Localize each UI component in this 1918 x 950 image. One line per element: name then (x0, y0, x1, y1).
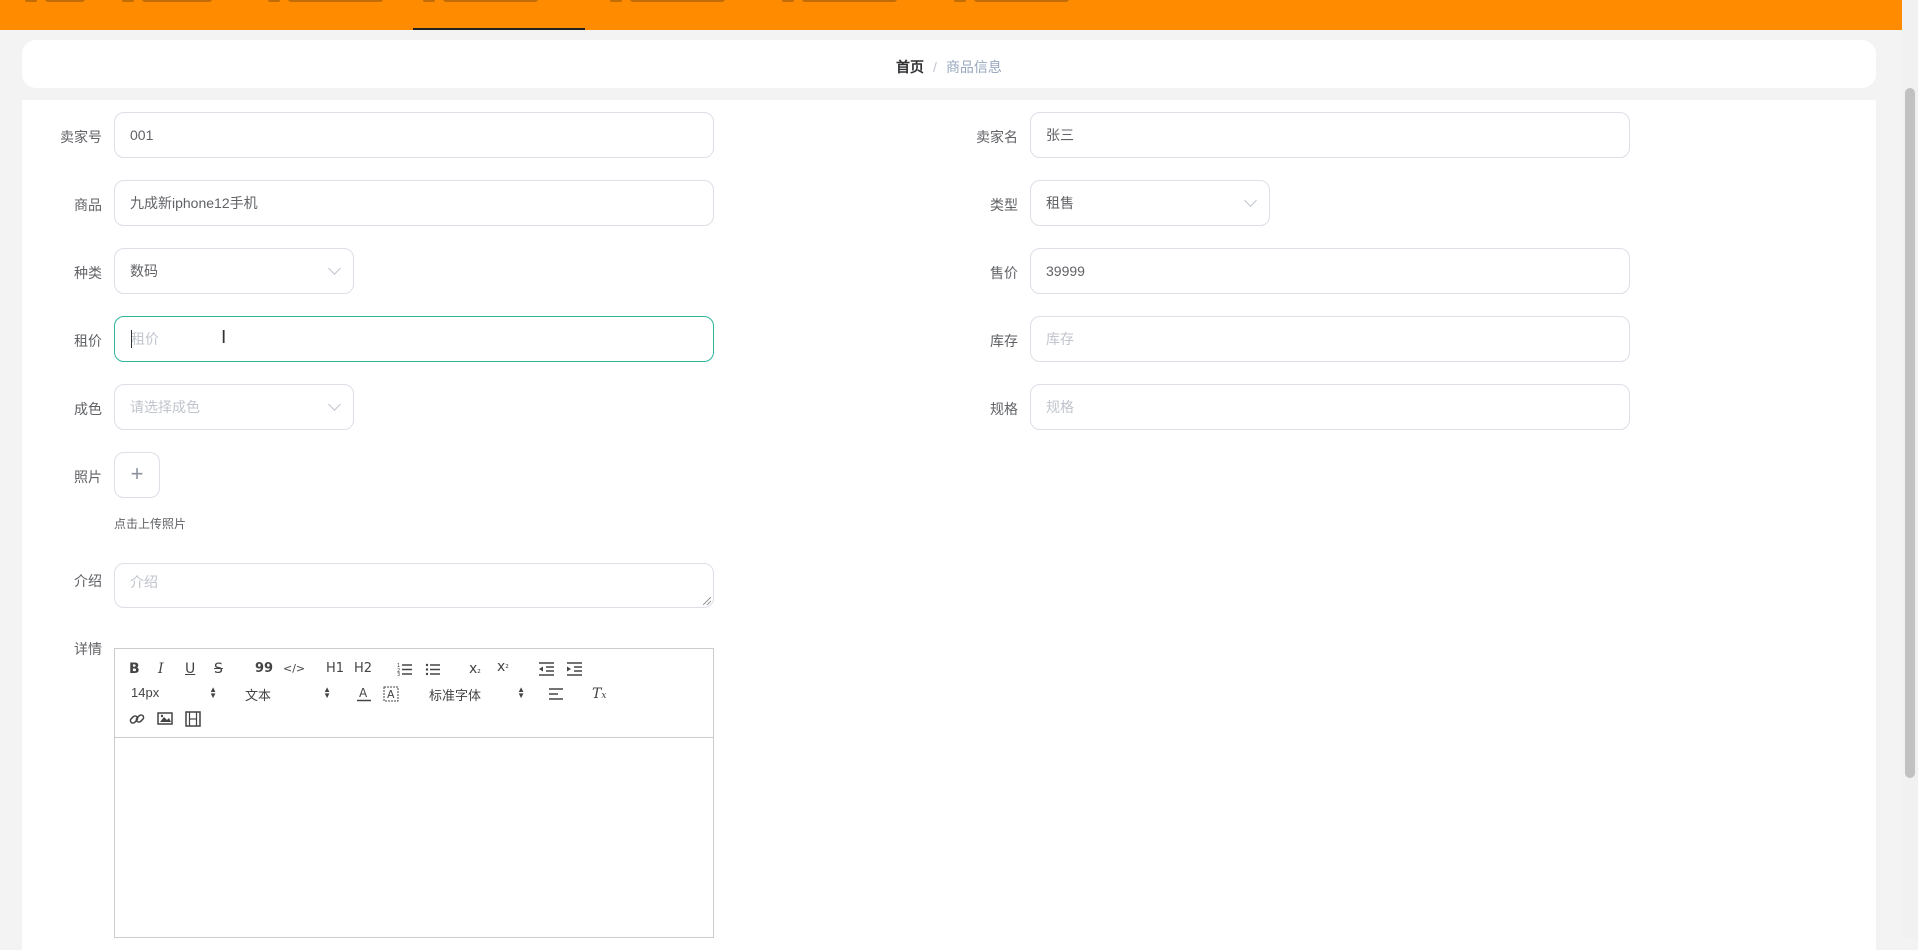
upload-hint: 点击上传照片 (114, 517, 187, 531)
code-block-button[interactable]: </> (283, 660, 305, 678)
chevron-down-icon (328, 262, 341, 275)
breadcrumb-current: 商品信息 (945, 59, 1002, 75)
rent-price-placeholder: 租价 (131, 331, 159, 347)
page-scrollbar[interactable] (1902, 0, 1918, 938)
editor-content-area[interactable] (115, 738, 713, 938)
video-icon[interactable] (185, 711, 201, 727)
chevron-down-icon (328, 398, 341, 411)
clear-format-button[interactable]: Tx (592, 685, 606, 705)
breadcrumb: 首页 / 商品信息 (22, 57, 1876, 77)
details-label: 详情 (74, 641, 102, 657)
breadcrumb-home[interactable]: 首页 (896, 59, 924, 75)
ibeam-cursor-icon: I (221, 327, 227, 348)
nav-user-icon (122, 0, 134, 2)
top-nav-bar (0, 0, 1918, 30)
intro-textarea[interactable]: 介绍 (114, 563, 714, 608)
type-select[interactable]: 租售 (1030, 180, 1270, 226)
text-caret (131, 330, 132, 348)
svg-text:3: 3 (397, 672, 400, 676)
ordered-list-icon[interactable]: 1 2 3 (397, 662, 413, 676)
rent-price-input[interactable]: 租价 I (114, 316, 714, 362)
condition-select-placeholder: 请选择成色 (130, 399, 200, 415)
nav-item-6[interactable] (772, 0, 944, 30)
nav-item-7[interactable] (944, 0, 1116, 30)
align-left-icon[interactable] (549, 687, 565, 701)
nav-item-5[interactable] (600, 0, 772, 30)
header-1-button[interactable]: H1 (326, 660, 344, 678)
updown-arrows-icon: ▲ ▼ (209, 685, 217, 700)
seller-id-label: 卖家号 (60, 129, 102, 145)
rent-price-label: 租价 (74, 333, 102, 349)
nav-menu-icon (610, 0, 622, 2)
nav-item-3[interactable] (258, 0, 430, 30)
rich-text-editor: B I U S 99 </> H1 H2 1 2 3 x₂ x² 14px ▲ … (114, 648, 714, 938)
seller-name-label: 卖家名 (976, 129, 1018, 145)
condition-select[interactable]: 请选择成色 (114, 384, 354, 430)
bold-button[interactable]: B (129, 660, 140, 678)
resize-handle-icon[interactable] (703, 597, 711, 605)
indent-icon[interactable] (567, 662, 583, 676)
stock-label: 库存 (990, 333, 1018, 349)
photo-label: 照片 (74, 469, 102, 485)
updown-arrows-icon: ▲ ▼ (517, 685, 525, 700)
image-icon[interactable] (157, 711, 173, 727)
text-color-icon[interactable]: A (356, 686, 372, 702)
spec-label: 规格 (990, 401, 1018, 417)
link-icon[interactable] (129, 711, 145, 727)
chevron-down-icon (1244, 194, 1257, 207)
breadcrumb-card: 首页 / 商品信息 (22, 40, 1876, 88)
spec-input[interactable]: 规格 (1030, 384, 1630, 430)
font-family-value: 标准字体 (429, 688, 482, 703)
header-picker-value: 文本 (245, 688, 272, 703)
price-label: 售价 (990, 265, 1018, 281)
bullet-list-icon[interactable] (425, 662, 441, 676)
category-select[interactable]: 数码 (114, 248, 354, 294)
blockquote-button[interactable]: 99 (255, 660, 273, 678)
svg-text:A: A (359, 686, 368, 700)
scrollbar-thumb[interactable] (1905, 88, 1915, 778)
background-color-icon[interactable]: A (383, 686, 399, 702)
nav-menu-icon (423, 0, 435, 2)
category-label: 种类 (74, 265, 102, 281)
subscript-button[interactable]: x₂ (469, 660, 481, 680)
breadcrumb-separator: / (933, 59, 937, 75)
font-family-picker[interactable]: 标准字体 ▲ ▼ (429, 685, 525, 704)
nav-menu-icon (954, 0, 966, 2)
nav-menu-icon (268, 0, 280, 2)
upload-photo-button[interactable]: + (114, 452, 160, 498)
underline-button[interactable]: U (185, 660, 195, 678)
font-size-picker[interactable]: 14px ▲ ▼ (131, 685, 217, 700)
outdent-icon[interactable] (539, 662, 555, 676)
product-label: 商品 (74, 197, 102, 213)
header-picker[interactable]: 文本 ▲ ▼ (245, 685, 331, 704)
nav-menu-icon (782, 0, 794, 2)
stock-input[interactable]: 库存 (1030, 316, 1630, 362)
plus-icon: + (130, 461, 144, 486)
strike-button[interactable]: S (214, 660, 223, 678)
seller-name-input[interactable]: 张三 (1030, 112, 1630, 158)
svg-text:A: A (387, 688, 395, 701)
seller-id-input[interactable]: 001 (114, 112, 714, 158)
intro-label: 介绍 (74, 573, 102, 589)
condition-label: 成色 (74, 401, 102, 417)
superscript-button[interactable]: x² (497, 658, 509, 678)
editor-toolbar: B I U S 99 </> H1 H2 1 2 3 x₂ x² 14px ▲ … (115, 649, 713, 738)
category-select-value: 数码 (130, 263, 158, 279)
updown-arrows-icon: ▲ ▼ (323, 685, 331, 700)
nav-home-icon (25, 0, 37, 2)
italic-button[interactable]: I (158, 660, 164, 678)
nav-item-4-active[interactable] (413, 0, 585, 30)
type-label: 类型 (990, 197, 1018, 213)
intro-placeholder: 介绍 (130, 574, 158, 590)
header-2-button[interactable]: H2 (354, 660, 372, 678)
font-size-value: 14px (131, 685, 160, 700)
price-input[interactable]: 39999 (1030, 248, 1630, 294)
product-input[interactable]: 九成新iphone12手机 (114, 180, 714, 226)
type-select-value: 租售 (1046, 195, 1074, 211)
